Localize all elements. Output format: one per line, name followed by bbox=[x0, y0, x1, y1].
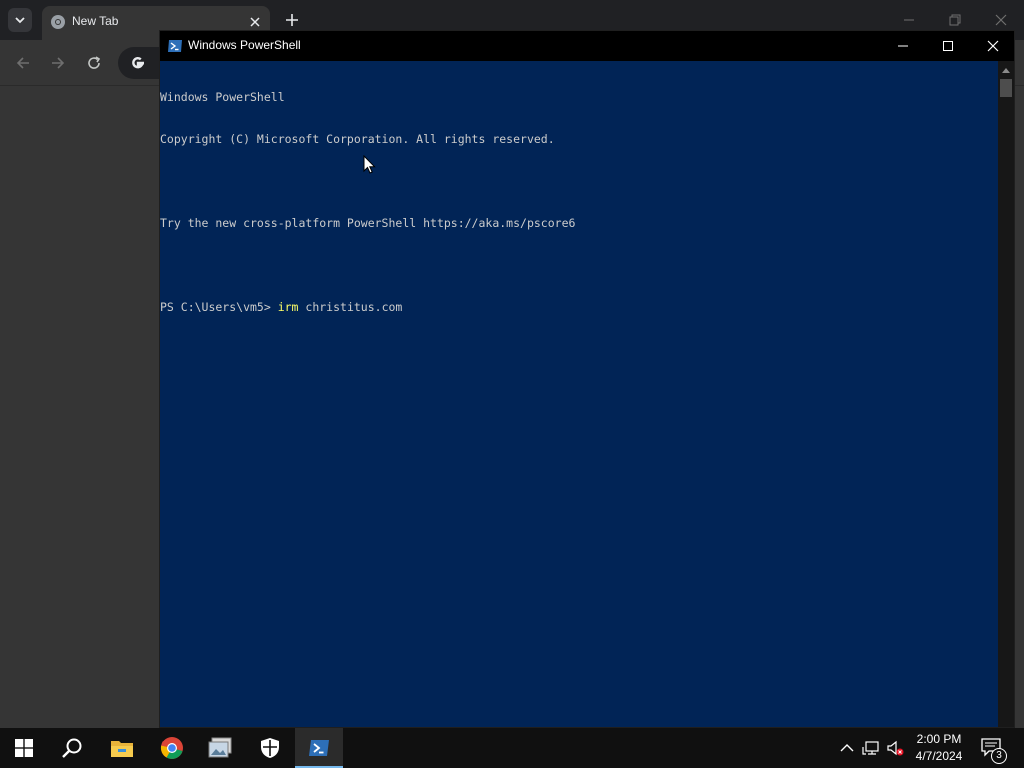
taskbar-windows-security[interactable] bbox=[246, 728, 294, 768]
clock-time: 2:00 PM bbox=[916, 732, 962, 746]
photos-icon bbox=[208, 737, 232, 758]
powershell-titlebar[interactable]: Windows PowerShell bbox=[160, 31, 1014, 61]
chrome-favicon-icon bbox=[51, 15, 65, 29]
close-tab-icon[interactable] bbox=[247, 14, 263, 30]
chrome-close-icon[interactable] bbox=[993, 12, 1009, 28]
new-tab-plus-icon[interactable] bbox=[283, 11, 301, 29]
chrome-restore-icon[interactable] bbox=[947, 12, 963, 28]
prompt: PS C:\Users\vm5> bbox=[160, 300, 278, 314]
tab-search-button[interactable] bbox=[8, 8, 32, 32]
taskbar-powershell[interactable] bbox=[295, 728, 343, 768]
tab-title: New Tab bbox=[72, 14, 119, 28]
mouse-cursor-icon bbox=[363, 155, 376, 174]
clock-date: 4/7/2024 bbox=[915, 749, 963, 763]
minimize-button[interactable] bbox=[880, 31, 926, 61]
command-args: christitus.com bbox=[298, 300, 403, 314]
chrome-minimize-icon[interactable] bbox=[901, 12, 917, 28]
scrollbar-thumb[interactable] bbox=[1000, 79, 1012, 97]
taskbar-photos[interactable] bbox=[196, 728, 244, 768]
window-title: Windows PowerShell bbox=[188, 38, 301, 52]
command-keyword: irm bbox=[277, 300, 299, 314]
maximize-button[interactable] bbox=[925, 31, 971, 61]
taskbar: 2:00 PM 4/7/2024 3 bbox=[0, 728, 1024, 768]
powershell-icon bbox=[309, 740, 329, 756]
search-icon bbox=[62, 738, 82, 758]
reload-icon[interactable] bbox=[85, 54, 103, 72]
google-g-icon bbox=[132, 57, 144, 69]
windows-security-icon bbox=[261, 738, 279, 758]
network-icon[interactable] bbox=[862, 739, 880, 757]
system-clock[interactable]: 2:00 PM 4/7/2024 bbox=[906, 731, 972, 765]
command-line[interactable]: PS C:\Users\vm5> irm christitus.com bbox=[160, 300, 998, 314]
chrome-icon bbox=[160, 737, 183, 759]
taskbar-chrome[interactable] bbox=[148, 728, 196, 768]
powershell-window[interactable]: Windows PowerShell Windows PowerShell Co… bbox=[159, 30, 1015, 728]
notification-count-badge: 3 bbox=[991, 748, 1007, 764]
console-line: Copyright (C) Microsoft Corporation. All… bbox=[160, 132, 555, 146]
volume-muted-icon[interactable] bbox=[886, 739, 904, 757]
file-explorer-icon bbox=[111, 741, 133, 757]
console-scrollbar[interactable] bbox=[998, 61, 1014, 727]
close-icon bbox=[987, 40, 999, 52]
start-icon bbox=[15, 739, 33, 757]
taskbar-file-explorer[interactable] bbox=[98, 728, 146, 768]
close-button[interactable] bbox=[970, 31, 1016, 61]
maximize-icon bbox=[943, 41, 953, 51]
show-hidden-icons-chevron-icon[interactable] bbox=[838, 739, 856, 757]
powershell-icon bbox=[168, 40, 182, 52]
minimize-icon bbox=[898, 45, 908, 47]
chevron-down-icon bbox=[15, 17, 25, 24]
scroll-up-arrow-icon[interactable] bbox=[1002, 67, 1010, 73]
taskbar-search-button[interactable] bbox=[48, 728, 96, 768]
back-arrow-icon[interactable] bbox=[14, 54, 32, 72]
console-line: Try the new cross-platform PowerShell ht… bbox=[160, 216, 576, 230]
forward-arrow-icon[interactable] bbox=[49, 54, 67, 72]
start-button[interactable] bbox=[0, 728, 48, 768]
console-output[interactable]: Windows PowerShell Copyright (C) Microso… bbox=[160, 61, 998, 727]
console-line: Windows PowerShell bbox=[160, 90, 285, 104]
